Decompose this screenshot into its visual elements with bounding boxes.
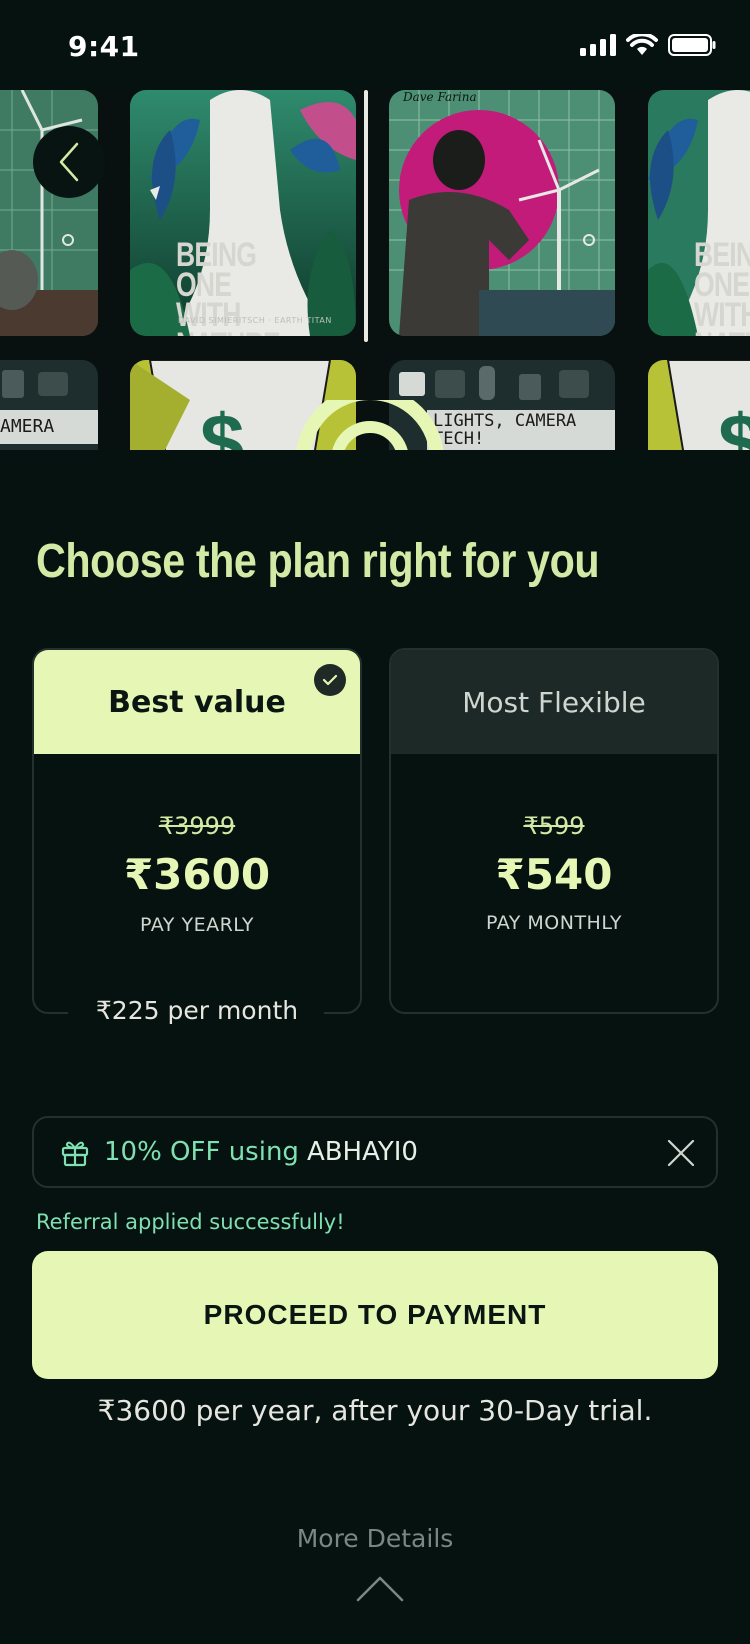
back-button[interactable] [33, 126, 105, 198]
referral-message: Referral applied successfully! [36, 1210, 345, 1234]
gift-icon [61, 1141, 89, 1167]
plan-period: PAY YEARLY [140, 914, 254, 936]
more-details-link[interactable]: More Details [0, 1524, 750, 1553]
check-icon [314, 664, 346, 696]
app-logo-icon [296, 400, 444, 450]
svg-text:$: $ [200, 398, 245, 450]
plan-sheet: Choose the plan right for you Best value… [0, 450, 750, 1644]
poster-credit: DAVID SIMIERITSCH · EARTH TITAN [178, 316, 332, 325]
trial-note: ₹3600 per year, after your 30-Day trial. [97, 1394, 653, 1427]
poster-carousel[interactable]: BEING ONE WITH NATURE DAVID SIMIERITSCH … [0, 90, 750, 450]
battery-icon [668, 34, 716, 56]
status-icons [580, 34, 716, 56]
coupon-field[interactable]: 10% OFF using ABHAYI0 [32, 1116, 718, 1188]
poster-lights-camera-partial[interactable]: AMERA [0, 360, 98, 450]
page-title: Choose the plan right for you [36, 535, 600, 588]
poster-wind-turbine[interactable] [0, 90, 98, 336]
tech-sign-partial: AMERA [0, 416, 55, 437]
plan-card-monthly[interactable]: Most Flexible ₹599 ₹540 PAY MONTHLY [389, 648, 719, 1014]
plan-original-price: ₹3999 [158, 812, 236, 840]
plan-price: ₹540 [495, 850, 613, 899]
poster-being-one-with-nature[interactable]: BEING ONE WITH NATURE DAVID SIMIERITSCH … [130, 90, 356, 336]
poster-artist: Dave Farina [403, 90, 477, 104]
plan-header: Best value [34, 650, 360, 754]
signal-icon [580, 34, 616, 56]
close-icon[interactable] [666, 1138, 696, 1168]
coupon-discount: 10% OFF using [104, 1137, 299, 1167]
status-time: 9:41 [68, 30, 140, 63]
plan-per-month: ₹225 per month [95, 996, 299, 1025]
status-bar: 9:41 [0, 0, 750, 90]
coupon-text: 10% OFF using ABHAYI0 [104, 1137, 418, 1167]
plan-period: PAY MONTHLY [485, 912, 623, 934]
chevron-up-icon[interactable] [355, 1574, 405, 1604]
plan-original-price: ₹599 [523, 812, 585, 840]
poster-being-one-with-nature-repeat[interactable]: BEING ONE WITH NATURE [648, 90, 750, 336]
plan-header: Most Flexible [391, 650, 717, 754]
coupon-code: ABHAYI0 [306, 1137, 418, 1167]
plan-card-yearly[interactable]: Best value ₹3999 ₹3600 PAY YEARLY [32, 648, 362, 1014]
poster-money-repeat[interactable]: $ [648, 360, 750, 450]
plan-price: ₹3600 [123, 850, 271, 899]
wifi-icon [626, 34, 658, 55]
chevron-left-icon [59, 142, 79, 182]
poster-dave-farina[interactable]: Dave Farina [389, 90, 615, 336]
poster-title: BEING ONE WITH NATURE [694, 236, 750, 336]
scrub-indicator[interactable] [364, 90, 368, 342]
svg-text:$: $ [718, 398, 750, 450]
proceed-to-payment-button[interactable]: PROCEED TO PAYMENT [32, 1251, 718, 1379]
tech-sign: LIGHTS, CAMERA TECH! [433, 411, 577, 449]
